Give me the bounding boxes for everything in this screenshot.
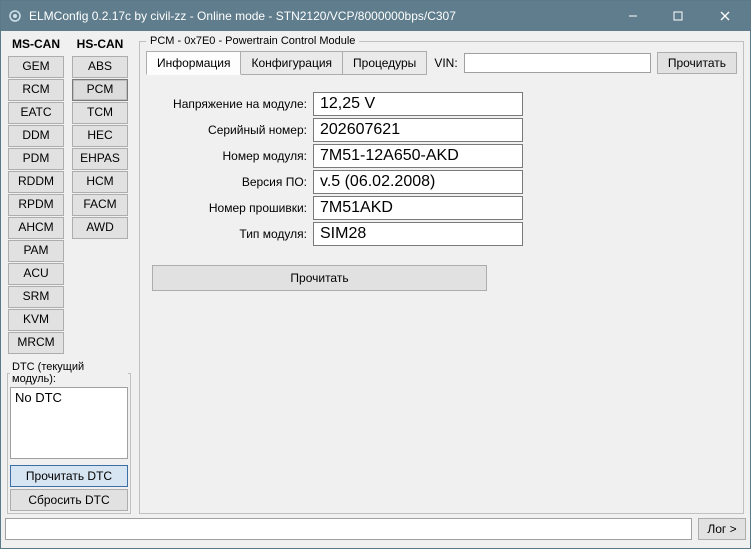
maximize-button[interactable] [655, 1, 700, 31]
window-controls [610, 1, 750, 31]
module-button-tcm[interactable]: TCM [72, 102, 128, 124]
info-value-0[interactable]: 12,25 V [313, 92, 523, 116]
module-legend: PCM - 0x7E0 - Powertrain Control Module [146, 35, 359, 47]
info-value-5[interactable]: SIM28 [313, 222, 523, 246]
info-label-0: Напряжение на модуле: [158, 97, 313, 111]
info-row-0: Напряжение на модуле:12,25 V [158, 91, 737, 117]
dtc-list[interactable]: No DTC [10, 387, 128, 459]
info-value-4[interactable]: 7M51AKD [313, 196, 523, 220]
module-button-ahcm[interactable]: AHCM [8, 217, 64, 239]
reset-dtc-button[interactable]: Сбросить DTC [10, 489, 128, 511]
module-button-rddm[interactable]: RDDM [8, 171, 64, 193]
info-label-3: Версия ПО: [158, 175, 313, 189]
module-button-kvm[interactable]: KVM [8, 309, 64, 331]
module-button-acu[interactable]: ACU [8, 263, 64, 285]
hscan-column: HS-CAN ABSPCMTCMHECEHPASHCMFACMAWD [69, 35, 131, 355]
read-dtc-button[interactable]: Прочитать DTC [10, 465, 128, 487]
module-button-srm[interactable]: SRM [8, 286, 64, 308]
close-button[interactable] [700, 1, 750, 31]
info-row-3: Версия ПО:v.5 (06.02.2008) [158, 169, 737, 195]
module-button-gem[interactable]: GEM [8, 56, 64, 78]
info-row-2: Номер модуля:7M51-12A650-AKD [158, 143, 737, 169]
vin-input[interactable] [464, 53, 651, 73]
window-title: ELMConfig 0.2.17c by civil-zz - Online m… [29, 9, 610, 23]
info-value-2[interactable]: 7M51-12A650-AKD [313, 144, 523, 168]
dtc-group: DTC (текущий модуль): No DTC Прочитать D… [7, 361, 131, 514]
module-button-rcm[interactable]: RCM [8, 79, 64, 101]
vin-read-button[interactable]: Прочитать [657, 52, 737, 74]
tab-0[interactable]: Информация [146, 51, 241, 75]
hscan-header: HS-CAN [77, 35, 124, 55]
minimize-button[interactable] [610, 1, 655, 31]
info-label-1: Серийный номер: [158, 123, 313, 137]
mscan-header: MS-CAN [12, 35, 60, 55]
left-panel: MS-CAN GEMRCMEATCDDMPDMRDDMRPDMAHCMPAMAC… [5, 35, 133, 514]
tabs-row: ИнформацияКонфигурацияПроцедуры VIN: Про… [146, 51, 737, 75]
info-grid: Напряжение на модуле:12,25 VСерийный ном… [158, 91, 737, 247]
module-button-pam[interactable]: PAM [8, 240, 64, 262]
mscan-column: MS-CAN GEMRCMEATCDDMPDMRDDMRPDMAHCMPAMAC… [5, 35, 67, 355]
module-button-ehpas[interactable]: EHPAS [72, 148, 128, 170]
log-input[interactable] [5, 518, 692, 540]
module-button-rpdm[interactable]: RPDM [8, 194, 64, 216]
module-button-hec[interactable]: HEC [72, 125, 128, 147]
module-button-abs[interactable]: ABS [72, 56, 128, 78]
module-button-eatc[interactable]: EATC [8, 102, 64, 124]
big-read-area: Прочитать [152, 265, 731, 291]
tab-2[interactable]: Процедуры [342, 51, 427, 75]
module-button-pcm[interactable]: PCM [72, 79, 128, 101]
tab-1[interactable]: Конфигурация [240, 51, 343, 75]
right-panel: PCM - 0x7E0 - Powertrain Control Module … [137, 35, 746, 514]
client-area: MS-CAN GEMRCMEATCDDMPDMRDDMRPDMAHCMPAMAC… [1, 31, 750, 548]
info-label-2: Номер модуля: [158, 149, 313, 163]
module-button-facm[interactable]: FACM [72, 194, 128, 216]
info-value-3[interactable]: v.5 (06.02.2008) [313, 170, 523, 194]
bottom-row: Лог > [5, 518, 746, 544]
titlebar: ELMConfig 0.2.17c by civil-zz - Online m… [1, 1, 750, 31]
read-button[interactable]: Прочитать [152, 265, 487, 291]
module-group: PCM - 0x7E0 - Powertrain Control Module … [139, 35, 744, 514]
info-value-1[interactable]: 202607621 [313, 118, 523, 142]
tabs: ИнформацияКонфигурацияПроцедуры [146, 51, 426, 75]
info-row-1: Серийный номер:202607621 [158, 117, 737, 143]
module-button-awd[interactable]: AWD [72, 217, 128, 239]
module-button-mrcm[interactable]: MRCM [8, 332, 64, 354]
app-icon [7, 8, 23, 24]
module-button-pdm[interactable]: PDM [8, 148, 64, 170]
info-row-4: Номер прошивки:7M51AKD [158, 195, 737, 221]
info-label-4: Номер прошивки: [158, 201, 313, 215]
dtc-legend: DTC (текущий модуль): [10, 361, 128, 385]
vin-label: VIN: [434, 56, 457, 70]
module-button-ddm[interactable]: DDM [8, 125, 64, 147]
module-button-hcm[interactable]: HCM [72, 171, 128, 193]
app-window: ELMConfig 0.2.17c by civil-zz - Online m… [0, 0, 751, 549]
info-label-5: Тип модуля: [158, 227, 313, 241]
top-area: MS-CAN GEMRCMEATCDDMPDMRDDMRPDMAHCMPAMAC… [5, 35, 746, 514]
info-row-5: Тип модуля:SIM28 [158, 221, 737, 247]
bus-columns: MS-CAN GEMRCMEATCDDMPDMRDDMRPDMAHCMPAMAC… [5, 35, 133, 355]
log-button[interactable]: Лог > [698, 518, 746, 540]
